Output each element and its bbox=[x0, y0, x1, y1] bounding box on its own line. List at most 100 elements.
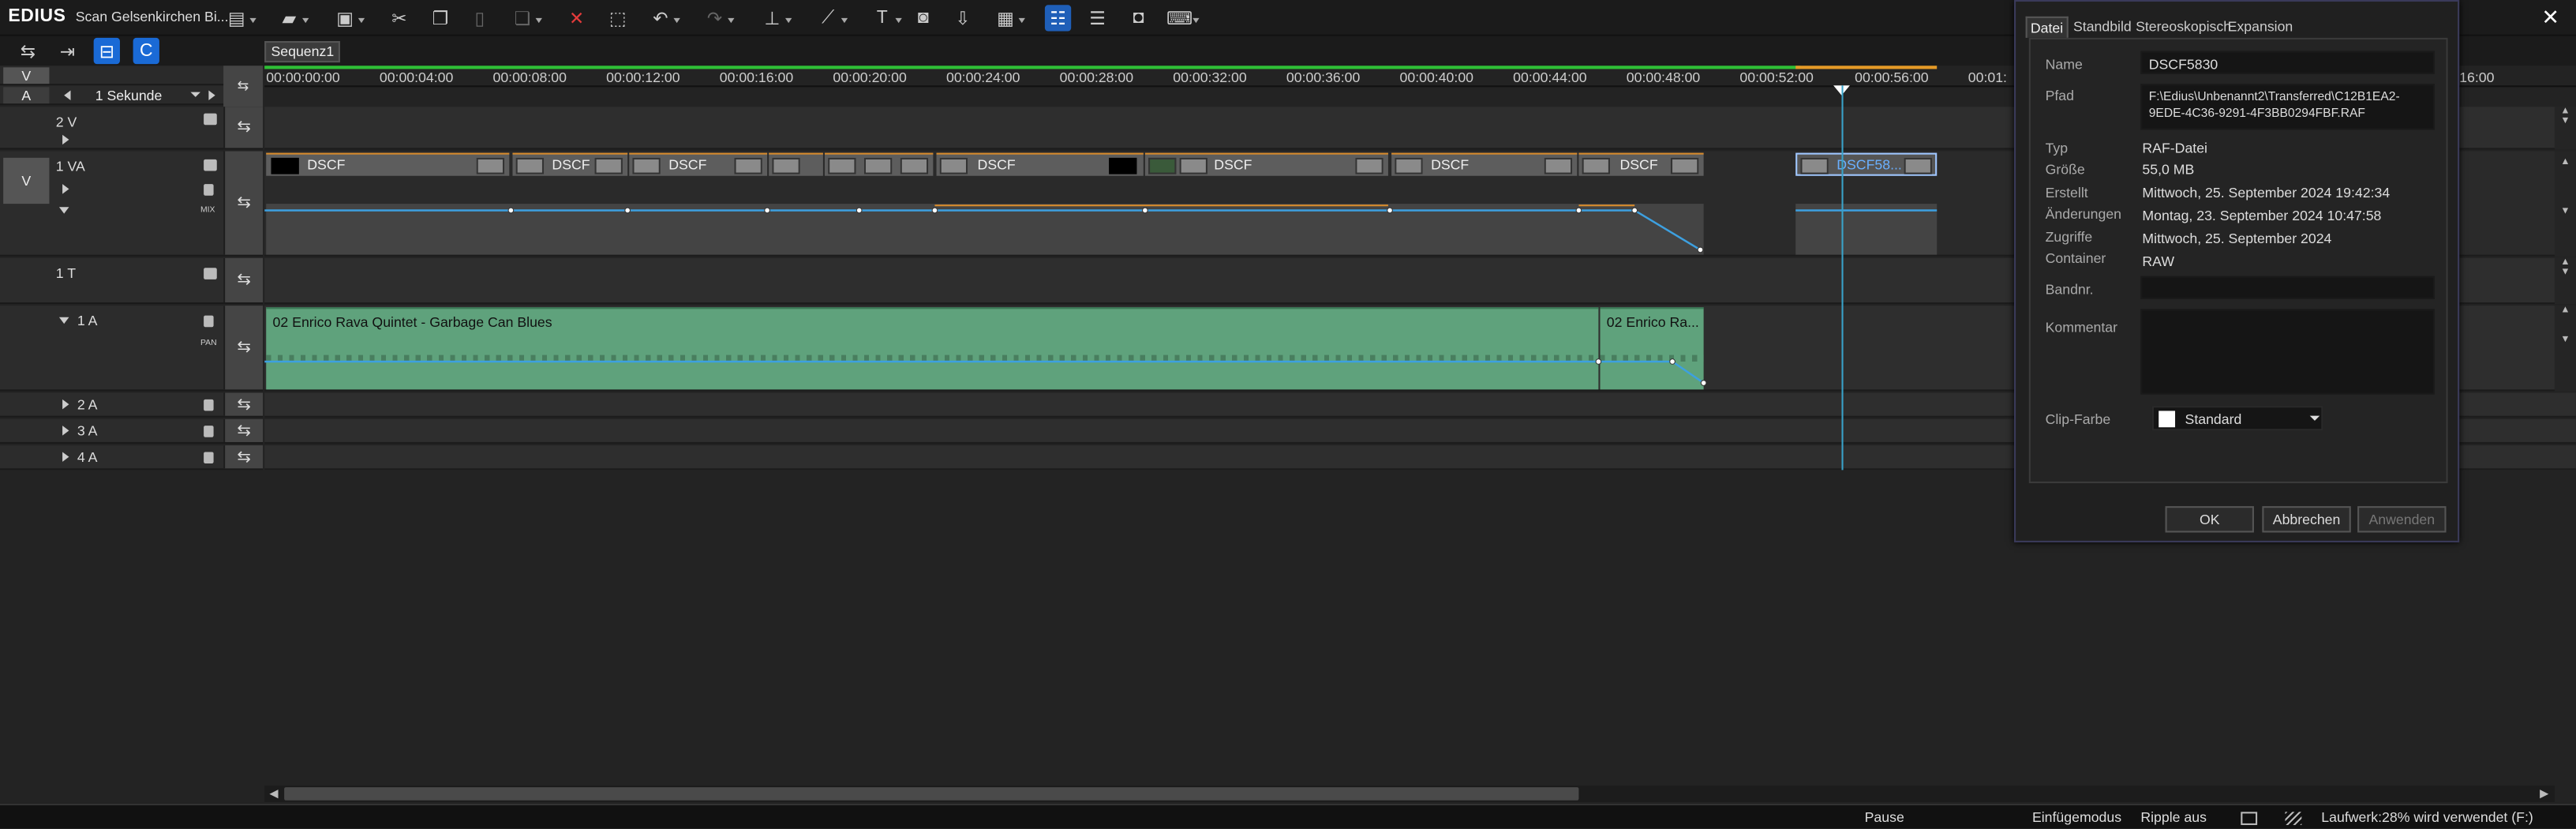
video-clip[interactable]: DSCF bbox=[1578, 152, 1704, 176]
mixer-icon[interactable]: ☰ bbox=[1084, 5, 1110, 31]
tape-number-field[interactable] bbox=[2140, 276, 2435, 299]
sync-switch-icon[interactable]: ⇆ bbox=[223, 306, 264, 390]
audio-mute-icon[interactable] bbox=[204, 452, 214, 464]
expand-icon[interactable] bbox=[62, 426, 74, 436]
audio-source-toggle[interactable]: A bbox=[3, 87, 50, 104]
render-icon[interactable]: ⇩ bbox=[949, 5, 975, 31]
volume-rubberband[interactable] bbox=[264, 197, 1940, 263]
audio-mute-icon[interactable] bbox=[204, 426, 214, 437]
vertical-scroll[interactable]: ▲ ▼ bbox=[2554, 257, 2576, 305]
video-clip[interactable]: DSCF bbox=[1144, 152, 1388, 176]
track-header-1t[interactable]: 1 T ⇆ bbox=[0, 257, 264, 305]
title-mute-icon[interactable] bbox=[204, 268, 217, 279]
apply-button[interactable]: Anwenden bbox=[2357, 506, 2447, 533]
save-icon[interactable]: ▣ bbox=[331, 5, 365, 31]
audio-volume-rubberband[interactable] bbox=[264, 348, 1710, 391]
video-clip[interactable]: DSCF bbox=[629, 152, 768, 176]
name-field[interactable]: DSCF5830 bbox=[2140, 51, 2435, 74]
expand-icon[interactable] bbox=[62, 184, 74, 194]
redo-icon[interactable]: ↷ bbox=[702, 5, 735, 31]
sync-switch-icon[interactable]: ⇆ bbox=[223, 257, 264, 303]
tab-datei[interactable]: Datei bbox=[2025, 16, 2069, 38]
ok-button[interactable]: OK bbox=[2165, 506, 2254, 533]
ripple-status[interactable]: Ripple aus bbox=[2140, 808, 2207, 825]
set-mark-icon[interactable]: ⊥ bbox=[759, 5, 792, 31]
open-folder-icon[interactable]: ▰ bbox=[276, 5, 309, 31]
timeline-layout-icon[interactable]: ☷ bbox=[1044, 5, 1072, 32]
audio-mute-icon[interactable] bbox=[204, 315, 214, 328]
cancel-button[interactable]: Abbrechen bbox=[2262, 506, 2351, 533]
comment-field[interactable] bbox=[2140, 309, 2435, 395]
sync-switch-icon[interactable]: ⇆ bbox=[223, 418, 264, 442]
ripple-delete-icon[interactable]: ⬚ bbox=[605, 5, 631, 31]
capture-icon[interactable]: ◙ bbox=[910, 5, 936, 31]
link-icon[interactable]: ⊟ bbox=[93, 37, 120, 65]
vertical-scroll[interactable]: ▲ ▼ bbox=[2554, 306, 2576, 392]
close-icon[interactable]: ✕ bbox=[2541, 5, 2559, 31]
scroll-left-arrow[interactable]: ◀ bbox=[269, 787, 278, 801]
track-header-1a[interactable]: 1 A PAN ⇆ bbox=[0, 306, 264, 392]
delete-icon[interactable]: ✕ bbox=[564, 5, 590, 31]
sync-switch-icon[interactable]: ⇆ bbox=[223, 392, 264, 416]
paste-special-icon[interactable]: ❏ bbox=[509, 5, 542, 31]
track-header-2a[interactable]: 2 A ⇆ bbox=[0, 392, 264, 418]
tab-expansion[interactable]: Expansion bbox=[2224, 17, 2296, 38]
video-clip-selected[interactable]: DSCF58... bbox=[1795, 152, 1938, 176]
playhead-line[interactable] bbox=[1841, 85, 1844, 471]
clip-color-select[interactable]: Standard bbox=[2151, 406, 2323, 431]
video-clip[interactable] bbox=[824, 152, 934, 176]
sync-switch-icon[interactable]: ⇆ bbox=[223, 107, 264, 148]
keyboard-icon[interactable]: ⌨ bbox=[1166, 5, 1200, 31]
tab-stereoskopisch[interactable]: Stereoskopisch bbox=[2132, 17, 2234, 38]
va-patch-badge[interactable]: V bbox=[3, 157, 50, 204]
video-mute-icon[interactable] bbox=[204, 113, 217, 126]
scroll-right-arrow[interactable]: ▶ bbox=[2540, 787, 2548, 801]
track-header-1va[interactable]: V 1 VA MIX ⇆ bbox=[0, 151, 264, 257]
horizontal-scroll-thumb[interactable] bbox=[284, 787, 1579, 801]
video-source-toggle[interactable]: V bbox=[3, 67, 50, 84]
insert-mode-status[interactable]: Einfügemodus bbox=[2032, 808, 2121, 825]
audio-mute-icon[interactable] bbox=[204, 184, 214, 196]
audio-mute-icon[interactable] bbox=[204, 399, 214, 411]
sync-switch-icon[interactable]: ⇆ bbox=[223, 151, 264, 255]
undo-icon[interactable]: ↶ bbox=[647, 5, 680, 31]
export-icon[interactable]: ▦ bbox=[992, 5, 1025, 31]
expand-icon[interactable] bbox=[62, 452, 74, 462]
new-sequence-icon[interactable]: ▤ bbox=[223, 5, 256, 31]
paste-icon[interactable]: ▯ bbox=[466, 5, 492, 31]
vertical-scroll[interactable]: ▲ ▼ bbox=[2554, 107, 2576, 150]
timescale-select[interactable]: 1 Sekunde bbox=[95, 87, 163, 103]
track-header-4a[interactable]: 4 A ⇆ bbox=[0, 445, 264, 471]
tab-standbild[interactable]: Standbild bbox=[2070, 17, 2135, 38]
video-clip[interactable] bbox=[769, 152, 823, 176]
title-icon[interactable]: T bbox=[869, 5, 902, 31]
ripple-icon[interactable]: ⇥ bbox=[54, 38, 80, 64]
scale-right-arrow[interactable] bbox=[208, 90, 220, 100]
video-clip[interactable]: DSCF bbox=[936, 152, 1144, 176]
collapse-icon[interactable] bbox=[58, 207, 69, 219]
track-header-3a[interactable]: 3 A ⇆ bbox=[0, 418, 264, 445]
expand-icon[interactable] bbox=[62, 399, 74, 410]
add-transition-icon[interactable]: ⟋ bbox=[814, 5, 848, 31]
sequence-tab[interactable]: Sequenz1 bbox=[264, 41, 341, 63]
sync-switch-icon[interactable]: ⇆ bbox=[223, 66, 264, 107]
chevron-down-icon[interactable] bbox=[190, 92, 200, 102]
clip-thumbnail bbox=[1148, 157, 1177, 174]
bin-icon[interactable]: ◘ bbox=[1125, 5, 1151, 31]
collapse-icon[interactable] bbox=[58, 317, 69, 329]
copy-icon[interactable]: ❐ bbox=[427, 5, 453, 31]
monitor-icon[interactable] bbox=[2241, 812, 2258, 825]
video-clip[interactable]: DSCF bbox=[1391, 152, 1578, 176]
video-clip[interactable]: DSCF bbox=[266, 152, 510, 176]
video-mute-icon[interactable] bbox=[204, 159, 217, 171]
sync-switch-icon[interactable]: ⇆ bbox=[223, 445, 264, 469]
sync-lock-icon[interactable]: ⇆ bbox=[15, 38, 41, 64]
expand-icon[interactable] bbox=[62, 134, 74, 145]
scale-left-arrow[interactable] bbox=[59, 90, 71, 100]
vertical-scroll[interactable]: ▲ ▼ bbox=[2554, 151, 2576, 257]
group-icon[interactable]: C bbox=[133, 37, 159, 65]
cut-icon[interactable]: ✂ bbox=[386, 5, 412, 31]
video-clip[interactable]: DSCF bbox=[512, 152, 628, 176]
path-field[interactable]: F:\Edius\Unbenannt2\Transferred\C12B1EA2… bbox=[2140, 84, 2435, 130]
track-header-2v[interactable]: 2 V ⇆ bbox=[0, 107, 264, 150]
